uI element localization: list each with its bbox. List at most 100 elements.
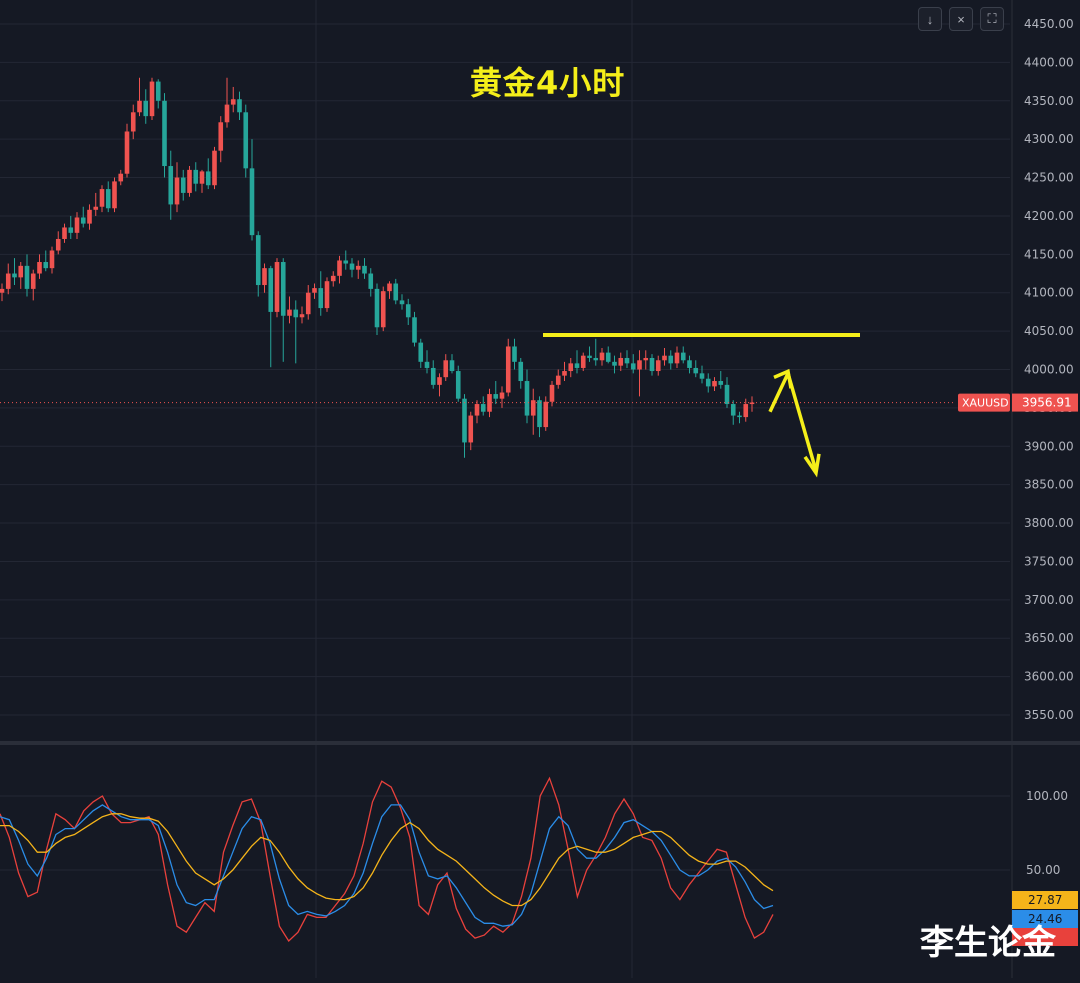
candle-body: [637, 360, 642, 370]
candle-body: [218, 122, 224, 151]
candle-body: [105, 189, 111, 209]
candle-body: [424, 361, 430, 368]
candle-body: [387, 283, 392, 292]
watermark: 李生论金: [920, 923, 1056, 963]
chart-stage: 4450.00 4400.00 4350.00 4300.00 4250.00 4200.…: [0, 0, 1080, 978]
collapse-button[interactable]: ↓: [918, 7, 942, 31]
close-pane-button[interactable]: ×: [949, 7, 973, 31]
y-tick-label: 4200.00: [1024, 209, 1074, 223]
grid: [0, 0, 1010, 978]
candle-body: [555, 375, 561, 385]
candle-body: [318, 288, 324, 309]
candle-body: [649, 357, 655, 372]
candle-body: [293, 309, 299, 318]
candle-body: [205, 171, 211, 186]
candle-body: [180, 177, 186, 193]
candle-body: [737, 415, 742, 418]
candle-body: [37, 262, 42, 274]
y-tick-label: 4150.00: [1024, 247, 1074, 261]
candle-body: [74, 217, 80, 233]
y-tick-label: 3550.00: [1024, 708, 1074, 722]
candle-body: [630, 363, 636, 370]
candle-body: [499, 392, 505, 399]
candle-body: [543, 401, 549, 428]
candle-body: [412, 317, 417, 343]
candle-body: [724, 384, 730, 405]
candle-body: [530, 400, 536, 416]
candle-body: [668, 355, 674, 364]
candle-body: [374, 288, 380, 328]
candle-body: [68, 227, 74, 233]
candle-body: [599, 352, 605, 361]
candle-body: [712, 381, 717, 387]
fullscreen-button[interactable]: ⛶: [980, 7, 1004, 31]
oscillator-value-label: 27.87: [1028, 893, 1062, 907]
forecast-arrow-up: [768, 372, 790, 413]
candle-body: [18, 265, 24, 278]
y-tick-label: 4100.00: [1024, 286, 1074, 300]
oscillator-line-1: [0, 804, 774, 927]
candle-body: [618, 357, 624, 366]
y-tick-label: 4400.00: [1024, 55, 1074, 69]
candle-body: [437, 377, 442, 385]
candle-body: [130, 112, 136, 132]
candle-body: [699, 373, 705, 379]
price-axis: 4450.00 4400.00 4350.00 4300.00 4250.00 4200.…: [1024, 17, 1074, 877]
candle-body: [224, 104, 230, 123]
candle-body: [274, 262, 280, 312]
candle-body: [155, 81, 161, 101]
candles: [0, 77, 755, 458]
candle-body: [612, 361, 617, 366]
candle-body: [512, 346, 517, 362]
candle-body: [249, 168, 255, 236]
candle-body: [174, 177, 180, 205]
last-price-label: 3956.91: [1022, 396, 1072, 410]
pane-separator: [0, 741, 1080, 745]
candle-body: [743, 404, 749, 418]
candle-body: [280, 262, 286, 316]
candle-body: [30, 273, 36, 289]
candle-body: [193, 169, 199, 184]
candle-body: [562, 371, 567, 376]
candle-body: [380, 291, 386, 328]
candle-body: [430, 367, 436, 385]
fullscreen-icon: ⛶: [987, 11, 997, 26]
candle-body: [287, 309, 292, 316]
candle-body: [405, 304, 411, 318]
candle-body: [0, 288, 5, 293]
candle-body: [324, 281, 330, 309]
candle-body: [137, 100, 142, 113]
candle-body: [505, 346, 511, 393]
candle-body: [730, 404, 736, 416]
osc-tick-label: 50.00: [1026, 863, 1060, 877]
candle-body: [393, 283, 399, 301]
y-tick-label: 3800.00: [1024, 516, 1074, 530]
y-tick-label: 3600.00: [1024, 670, 1074, 684]
candle-body: [687, 360, 692, 368]
candle-body: [49, 250, 55, 269]
candle-body: [662, 355, 667, 361]
oscillator: [0, 776, 774, 943]
candle-body: [443, 360, 449, 378]
candle-body: [693, 367, 699, 374]
candle-body: [243, 112, 249, 169]
candle-body: [268, 268, 274, 312]
candle-body: [455, 371, 461, 399]
candle-body: [674, 352, 680, 364]
candle-body: [705, 378, 711, 387]
y-tick-label: 3750.00: [1024, 554, 1074, 568]
candle-body: [468, 415, 474, 443]
candle-body: [255, 235, 261, 286]
candle-body: [718, 381, 724, 385]
candle-body: [568, 363, 574, 372]
candle-body: [605, 352, 611, 362]
candle-body: [524, 381, 530, 416]
y-tick-label: 4450.00: [1024, 17, 1074, 31]
candle-body: [24, 265, 30, 289]
candle-body: [187, 169, 192, 193]
close-icon: ×: [957, 11, 965, 27]
y-tick-label: 3900.00: [1024, 439, 1074, 453]
candle-body: [330, 275, 336, 282]
candle-body: [124, 131, 130, 174]
arrow-down-icon: ↓: [926, 11, 934, 27]
